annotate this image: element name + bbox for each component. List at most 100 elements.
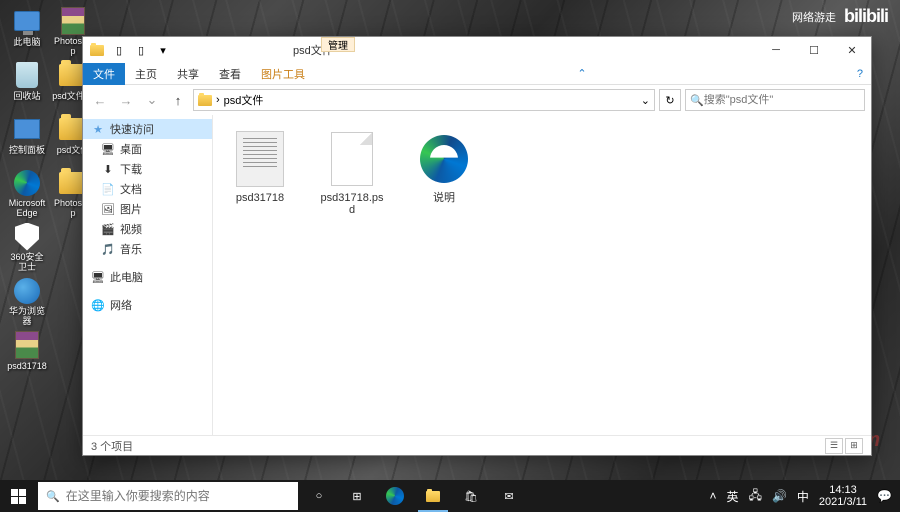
- pc-icon: [12, 6, 42, 36]
- search-icon: 🔍: [690, 94, 704, 107]
- folder-icon: [87, 40, 107, 60]
- back-button[interactable]: ←: [89, 89, 111, 111]
- address-bar-row: ← → ⌄ ↑ › psd文件 ⌄ ↻ 🔍: [83, 85, 871, 115]
- sidebar-item-icon: 🖼: [101, 202, 115, 216]
- ribbon-context-label: 管理: [321, 37, 355, 52]
- desktop-icon-label: 回收站: [13, 91, 40, 101]
- network-icon: 🌐: [91, 298, 105, 312]
- network-icon[interactable]: 🖧: [749, 486, 762, 507]
- breadcrumb-item[interactable]: psd文件: [224, 92, 264, 108]
- file-list[interactable]: psd31718 psd31718.psd 说明: [213, 115, 871, 435]
- close-button[interactable]: ✕: [833, 37, 871, 63]
- tab-share[interactable]: 共享: [167, 63, 209, 85]
- qat-item[interactable]: ▯: [109, 40, 129, 60]
- taskbar-app-mail[interactable]: ✉: [490, 480, 528, 512]
- up-button[interactable]: ↑: [167, 89, 189, 111]
- desktop-icon[interactable]: 此电脑: [6, 6, 48, 56]
- volume-icon[interactable]: 🔊: [772, 489, 787, 503]
- edge-icon: [386, 487, 404, 505]
- desktop-icon-label: psd31718: [7, 361, 47, 371]
- sidebar-this-pc[interactable]: 🖥此电脑: [83, 267, 212, 287]
- star-icon: ★: [91, 122, 105, 136]
- icons-view-button[interactable]: ⊞: [845, 438, 863, 454]
- file-item[interactable]: psd31718: [223, 125, 297, 208]
- desktop-icon[interactable]: 华为浏览器: [6, 276, 48, 326]
- taskbar-app-store[interactable]: 🛍: [452, 480, 490, 512]
- taskview-button[interactable]: ⊞: [338, 480, 376, 512]
- file-thumbnail: [322, 129, 382, 189]
- taskbar: 🔍 ○ ⊞ 🛍 ✉ ˄ 英 🖧 🔊 中 14:13 2021/3/11 💬: [0, 480, 900, 512]
- sidebar-item-label: 视频: [120, 221, 142, 237]
- top-right-overlay: 网络游走 bilibili: [792, 6, 888, 27]
- sidebar-item[interactable]: 🎵 音乐: [83, 239, 212, 259]
- qat-dropdown[interactable]: ▾: [153, 40, 173, 60]
- clock-date: 2021/3/11: [819, 496, 867, 508]
- address-dropdown-icon[interactable]: ⌄: [641, 94, 650, 107]
- breadcrumb-sep: ›: [216, 94, 220, 106]
- ime-indicator[interactable]: 英: [727, 488, 739, 505]
- sidebar-item[interactable]: 🎬视频: [83, 219, 212, 239]
- help-icon[interactable]: ?: [857, 68, 863, 80]
- folder-icon: [426, 491, 440, 502]
- desktop-icon[interactable]: Microsoft Edge: [6, 168, 48, 218]
- taskbar-clock[interactable]: 14:13 2021/3/11: [819, 484, 867, 508]
- sidebar-network[interactable]: 🌐网络: [83, 295, 212, 315]
- language-indicator[interactable]: 中: [797, 488, 809, 505]
- sidebar-item[interactable]: 📄文档: [83, 179, 212, 199]
- forward-button: →: [115, 89, 137, 111]
- refresh-button[interactable]: ↻: [659, 89, 681, 111]
- taskbar-search[interactable]: 🔍: [38, 482, 298, 510]
- desktop-icons-col1: 此电脑回收站控制面板 Microsoft Edge 360安全卫士华为浏览器 psd3…: [6, 6, 48, 380]
- desktop-icon[interactable]: 回收站: [6, 60, 48, 110]
- file-label: psd31718.psd: [319, 192, 385, 216]
- search-icon: 🔍: [46, 490, 60, 503]
- tab-picture-tools[interactable]: 图片工具: [251, 63, 315, 85]
- sidebar-item-icon: 🎵: [101, 242, 115, 256]
- maximize-button[interactable]: ☐: [795, 37, 833, 63]
- sidebar-item[interactable]: 🖥桌面: [83, 139, 212, 159]
- desktop-icon[interactable]: 360安全卫士: [6, 222, 48, 272]
- desktop-icon-label: 华为浏览器: [6, 306, 48, 326]
- system-tray: ˄ 英 🖧 🔊 中 14:13 2021/3/11 💬: [710, 484, 900, 508]
- taskbar-app-explorer[interactable]: [414, 480, 452, 512]
- clock-time: 14:13: [819, 484, 867, 496]
- quick-access-toolbar: ▯ ▯ ▾: [87, 40, 173, 60]
- sidebar-item[interactable]: ⬇下载: [83, 159, 212, 179]
- taskbar-app-edge[interactable]: [376, 480, 414, 512]
- pc-icon: 🖥: [91, 270, 105, 284]
- globe-icon: [12, 276, 42, 305]
- desktop-icon[interactable]: psd31718: [6, 330, 48, 380]
- notifications-icon[interactable]: 💬: [877, 489, 892, 503]
- folder-icon: [198, 95, 212, 106]
- qat-item[interactable]: ▯: [131, 40, 151, 60]
- category-label: 网络游走: [792, 9, 836, 25]
- recent-dropdown[interactable]: ⌄: [141, 89, 163, 111]
- desktop-icon-label: 控制面板: [9, 145, 45, 155]
- start-button[interactable]: [0, 480, 36, 512]
- sidebar-item[interactable]: 🖼图片: [83, 199, 212, 219]
- file-item[interactable]: psd31718.psd: [315, 125, 389, 220]
- sidebar-item-label: 音乐: [120, 241, 142, 257]
- minimize-button[interactable]: ─: [757, 37, 795, 63]
- winrar-icon: [12, 330, 42, 360]
- tab-home[interactable]: 主页: [125, 63, 167, 85]
- search-input[interactable]: [704, 94, 860, 106]
- address-bar[interactable]: › psd文件 ⌄: [193, 89, 655, 111]
- search-box[interactable]: 🔍: [685, 89, 865, 111]
- sidebar-item-label: 桌面: [120, 141, 142, 157]
- tab-view[interactable]: 查看: [209, 63, 251, 85]
- titlebar[interactable]: ▯ ▯ ▾ 管理 psd文件 ─ ☐ ✕: [83, 37, 871, 63]
- desktop-icon-label: 360安全卫士: [6, 252, 48, 272]
- file-item[interactable]: 说明: [407, 125, 481, 208]
- cortana-button[interactable]: ○: [300, 480, 338, 512]
- taskbar-search-input[interactable]: [66, 489, 290, 503]
- shield-icon: [12, 222, 42, 251]
- tab-file[interactable]: 文件: [83, 63, 125, 85]
- tray-overflow-icon[interactable]: ˄: [710, 489, 717, 503]
- ribbon-tabs: 文件 主页 共享 查看 图片工具 ⌃ ?: [83, 63, 871, 85]
- navigation-pane: ★快速访问 🖥桌面⬇下载📄文档🖼图片🎬视频🎵音乐 🖥此电脑 🌐网络: [83, 115, 213, 435]
- desktop-icon[interactable]: 控制面板: [6, 114, 48, 164]
- sidebar-quick-access[interactable]: ★快速访问: [83, 119, 212, 139]
- ribbon-collapse-icon[interactable]: ⌃: [577, 67, 586, 80]
- details-view-button[interactable]: ☰: [825, 438, 843, 454]
